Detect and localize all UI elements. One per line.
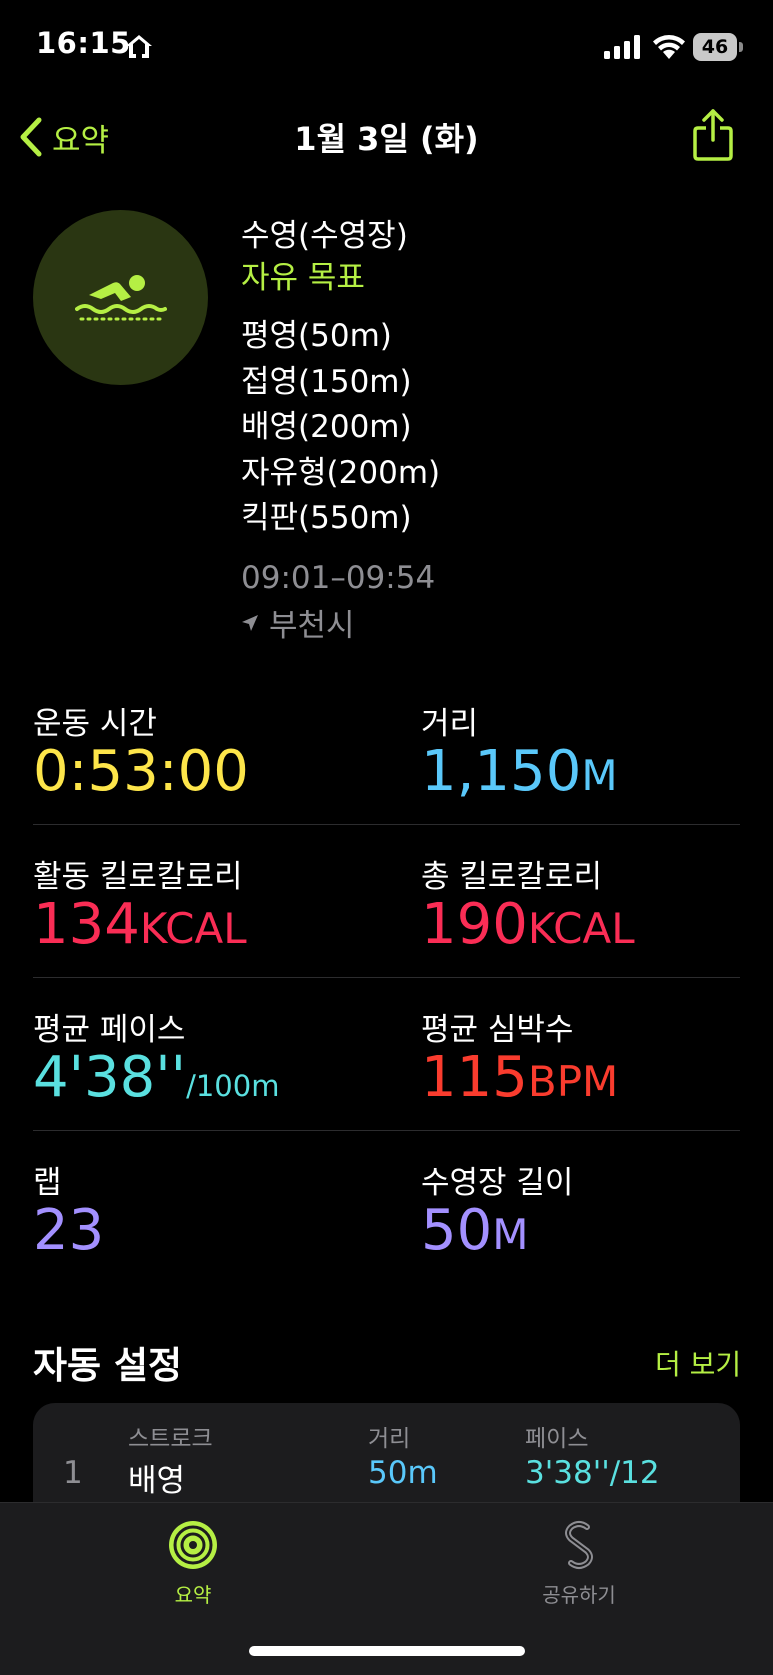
location-arrow-icon	[242, 614, 258, 631]
wifi-icon	[653, 35, 685, 59]
stroke-list: 평영(50m) 접영(150m) 배영(200m) 자유형(200m) 킥판(5…	[241, 314, 440, 542]
workout-location: 부천시	[241, 600, 355, 645]
home-indicator[interactable]	[249, 1646, 525, 1656]
cellular-signal-icon	[604, 35, 640, 59]
status-time: 16:15	[36, 26, 131, 60]
split-index: 1	[63, 1455, 83, 1491]
swimming-icon	[74, 274, 167, 320]
metric-label-distance: 거리	[421, 706, 479, 742]
tab-sharing[interactable]: 공유하기	[499, 1519, 659, 1608]
divider	[33, 977, 740, 978]
workout-time-range: 09:01–09:54	[241, 560, 436, 596]
split-pace: 3'38''/12	[525, 1455, 660, 1491]
tab-sharing-label: 공유하기	[542, 1583, 616, 1607]
tab-summary[interactable]: 요약	[113, 1519, 273, 1608]
location-label: 부천시	[269, 608, 355, 644]
workout-type: 수영(수영장)	[241, 218, 408, 254]
column-header-pace: 페이스	[525, 1426, 589, 1452]
stroke-item: 배영(200m)	[241, 409, 412, 445]
column-header-stroke: 스트로크	[128, 1426, 213, 1452]
metric-value-total-calories: 190KCAL	[421, 892, 635, 957]
stroke-item: 평영(50m)	[241, 318, 392, 354]
metric-label-laps: 랩	[33, 1165, 62, 1201]
divider	[33, 1130, 740, 1131]
share-icon[interactable]	[693, 108, 733, 162]
battery-level: 46	[693, 33, 737, 61]
activity-rings-icon	[169, 1521, 217, 1569]
metric-label-avg-heart-rate: 평균 심박수	[421, 1012, 574, 1048]
stroke-item: 킥판(550m)	[241, 500, 412, 536]
show-more-link[interactable]: 더 보기	[655, 1343, 741, 1383]
stroke-item: 접영(150m)	[241, 363, 412, 400]
divider	[33, 824, 740, 825]
metric-value-workout-time: 0:53:00	[33, 739, 249, 804]
section-title-auto-sets: 자동 설정	[33, 1344, 183, 1387]
split-distance: 50m	[368, 1455, 438, 1491]
battery-indicator: 46	[693, 33, 743, 61]
tab-summary-label: 요약	[174, 1583, 212, 1607]
metric-label-pool-length: 수영장 길이	[421, 1165, 574, 1201]
metric-value-avg-heart-rate: 115BPM	[421, 1045, 619, 1110]
workout-icon-badge	[33, 210, 208, 385]
stroke-item: 자유형(200m)	[241, 454, 441, 491]
metric-label-avg-pace: 평균 페이스	[33, 1012, 186, 1048]
metric-value-distance: 1,150M	[421, 739, 618, 804]
metric-label-active-calories: 활동 킬로칼로리	[33, 859, 243, 895]
sharing-icon	[565, 1521, 593, 1569]
metric-label-total-calories: 총 킬로칼로리	[421, 859, 602, 895]
column-header-distance: 거리	[368, 1426, 411, 1452]
metric-value-laps: 23	[33, 1198, 105, 1263]
metric-label-workout-time: 운동 시간	[33, 706, 157, 742]
metric-value-pool-length: 50M	[421, 1198, 529, 1263]
split-stroke: 배영	[128, 1463, 186, 1499]
workout-goal: 자유 목표	[241, 260, 365, 296]
metric-value-active-calories: 134KCAL	[33, 892, 247, 957]
page-title: 1월 3일 (화)	[294, 120, 479, 158]
home-icon	[126, 35, 152, 58]
metric-value-avg-pace: 4'38''/100m	[33, 1045, 280, 1110]
